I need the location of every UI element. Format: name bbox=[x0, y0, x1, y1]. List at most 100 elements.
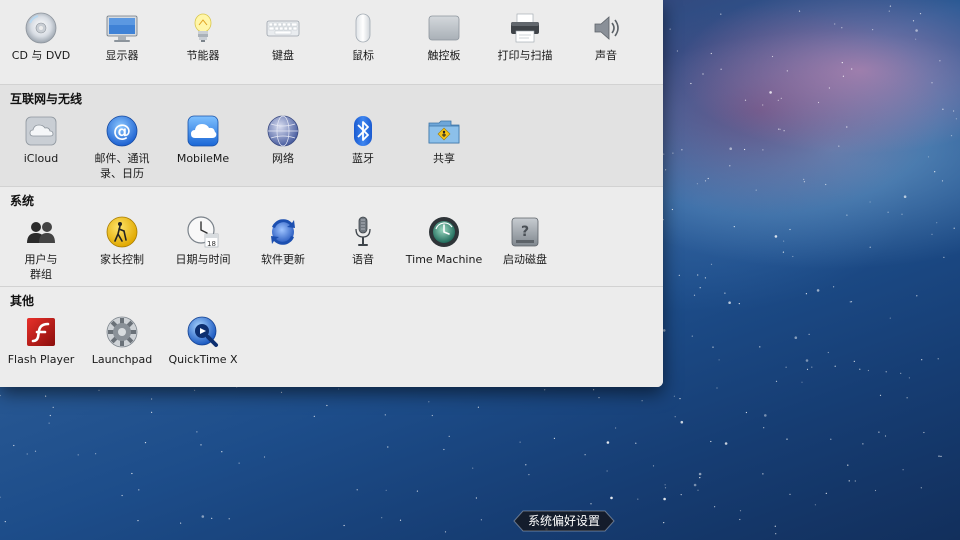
pref-pane-date-time[interactable]: 18 日期与时间 bbox=[163, 215, 243, 267]
star bbox=[771, 55, 774, 58]
star bbox=[151, 411, 153, 413]
flash-player-icon bbox=[27, 318, 55, 346]
star bbox=[712, 346, 714, 348]
star bbox=[221, 451, 223, 453]
star bbox=[906, 397, 908, 399]
pref-pane-flash-player[interactable]: Flash Player bbox=[1, 315, 81, 367]
star bbox=[544, 389, 546, 391]
pref-pane-launchpad[interactable]: Launchpad bbox=[82, 315, 162, 367]
star bbox=[238, 462, 240, 464]
star bbox=[702, 73, 704, 75]
pref-pane-time-machine[interactable]: Time Machine bbox=[404, 215, 484, 267]
star bbox=[869, 201, 871, 203]
section-hardware: 硬件 CD 与 DVD 显示器 bbox=[0, 0, 663, 85]
star bbox=[785, 366, 787, 368]
star bbox=[699, 287, 701, 289]
pref-pane-mobileme[interactable]: MobileMe bbox=[163, 114, 243, 166]
star bbox=[789, 493, 791, 495]
star bbox=[606, 470, 608, 472]
pref-pane-energy-saver[interactable]: 节能器 bbox=[163, 11, 243, 63]
time-machine-icon bbox=[429, 217, 459, 247]
pref-pane-sharing[interactable]: 共享 bbox=[404, 114, 484, 166]
star bbox=[779, 128, 781, 130]
star bbox=[789, 228, 791, 231]
section-title-internet-wireless: 互联网与无线 bbox=[10, 92, 83, 106]
svg-text:@: @ bbox=[113, 121, 131, 142]
section-title-other: 其他 bbox=[10, 294, 35, 308]
pref-pane-sound[interactable]: 声音 bbox=[566, 11, 646, 63]
star bbox=[846, 126, 848, 128]
star bbox=[676, 50, 679, 52]
star bbox=[834, 365, 836, 367]
star bbox=[475, 497, 477, 499]
pref-pane-label: MobileMe bbox=[176, 152, 230, 165]
star bbox=[448, 435, 450, 437]
star bbox=[884, 435, 887, 437]
star bbox=[664, 487, 667, 489]
star bbox=[724, 442, 728, 445]
pref-pane-label: 日期与时间 bbox=[175, 253, 231, 266]
star bbox=[774, 525, 776, 527]
star bbox=[34, 450, 37, 452]
star bbox=[738, 303, 740, 305]
pref-pane-startup-disk[interactable]: ? 启动磁盘 bbox=[485, 215, 565, 267]
star bbox=[151, 398, 153, 400]
pref-pane-cd-dvd[interactable]: CD 与 DVD bbox=[1, 11, 81, 63]
star bbox=[783, 240, 785, 242]
star bbox=[196, 431, 198, 433]
microphone-icon bbox=[355, 216, 371, 246]
section-title-system: 系统 bbox=[10, 194, 35, 208]
star bbox=[739, 510, 742, 512]
network-globe-icon bbox=[267, 115, 299, 147]
star bbox=[710, 52, 712, 55]
star bbox=[48, 422, 50, 424]
star bbox=[610, 496, 613, 500]
pref-pane-print-scan[interactable]: 打印与扫描 bbox=[485, 11, 565, 63]
energy-saver-icon bbox=[194, 13, 212, 42]
star bbox=[663, 497, 666, 501]
star bbox=[878, 431, 880, 433]
star bbox=[931, 82, 933, 84]
star bbox=[387, 446, 389, 448]
pref-pane-mail-contacts-calendars[interactable]: @ 邮件、通讯录、日历 bbox=[82, 114, 162, 181]
pref-pane-label: Launchpad bbox=[91, 353, 153, 366]
pref-pane-software-update[interactable]: 软件更新 bbox=[243, 215, 323, 267]
star bbox=[942, 108, 944, 110]
star bbox=[326, 404, 328, 407]
pref-pane-network[interactable]: 网络 bbox=[243, 114, 323, 166]
pref-pane-label: 语音 bbox=[352, 253, 374, 266]
star bbox=[431, 414, 433, 417]
pref-pane-mouse[interactable]: 鼠标 bbox=[323, 11, 403, 63]
star bbox=[673, 395, 676, 397]
pref-pane-display[interactable]: 显示器 bbox=[82, 11, 162, 63]
star bbox=[921, 359, 923, 361]
star bbox=[801, 381, 803, 383]
pref-pane-icloud[interactable]: iCloud bbox=[1, 114, 81, 166]
star bbox=[728, 301, 731, 305]
star bbox=[263, 456, 266, 458]
star bbox=[664, 484, 666, 486]
pref-pane-quicktime[interactable]: QuickTime X bbox=[163, 315, 243, 367]
star bbox=[941, 180, 944, 182]
star bbox=[729, 147, 732, 150]
pref-pane-bluetooth[interactable]: 蓝牙 bbox=[323, 114, 403, 166]
star bbox=[794, 336, 798, 340]
star bbox=[635, 442, 637, 444]
star bbox=[825, 492, 827, 494]
pref-pane-speech[interactable]: 语音 bbox=[323, 215, 403, 267]
star bbox=[615, 427, 617, 429]
star bbox=[842, 75, 845, 77]
pref-pane-label: 鼠标 bbox=[352, 49, 374, 62]
star bbox=[343, 524, 345, 527]
star bbox=[792, 255, 794, 258]
pref-pane-keyboard[interactable]: 键盘 bbox=[243, 11, 323, 63]
pref-pane-trackpad[interactable]: 触控板 bbox=[404, 11, 484, 63]
pref-pane-users-groups[interactable]: 用户与群组 bbox=[1, 215, 81, 282]
star bbox=[26, 453, 28, 455]
star bbox=[733, 226, 735, 228]
pref-pane-parental-controls[interactable]: 家长控制 bbox=[82, 215, 162, 267]
star bbox=[816, 289, 820, 292]
star bbox=[806, 368, 809, 370]
star bbox=[805, 359, 809, 362]
star bbox=[720, 68, 722, 70]
